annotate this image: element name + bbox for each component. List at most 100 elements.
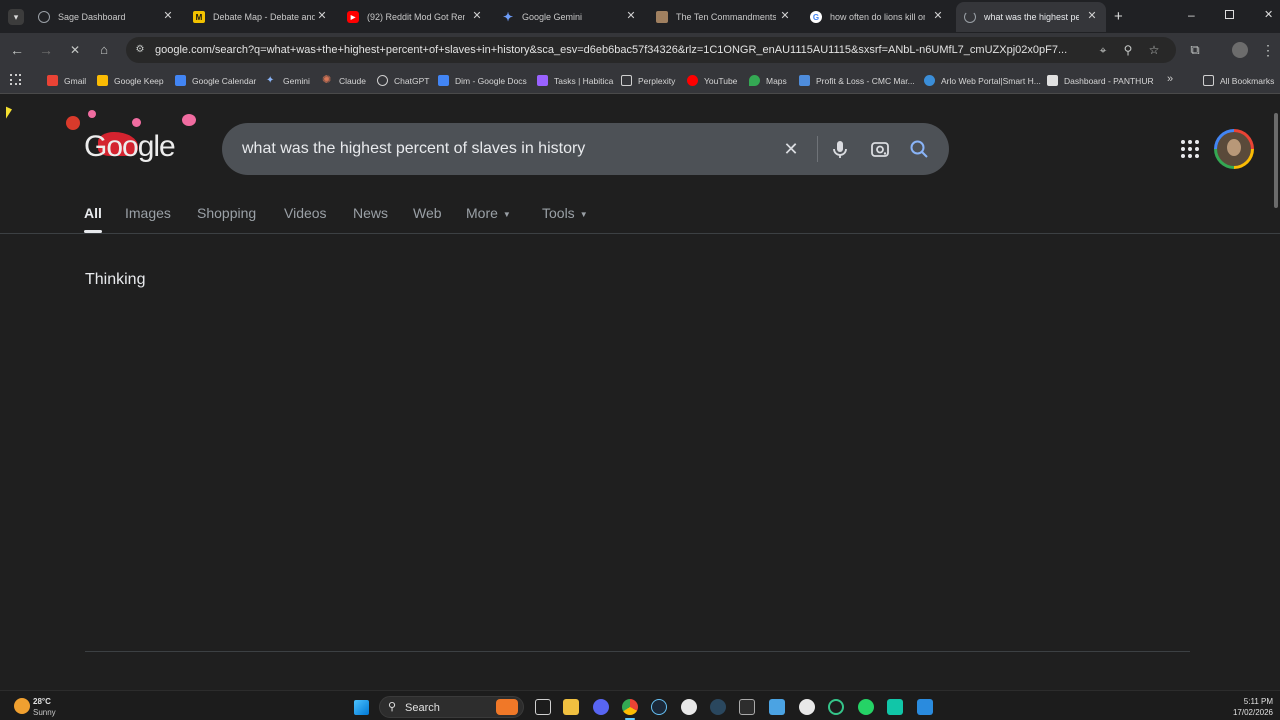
new-tab-icon[interactable]: + [1114, 8, 1123, 25]
minimize-icon[interactable]: – [1188, 8, 1195, 22]
more-bookmarks-chevron-icon[interactable]: » [1167, 73, 1173, 85]
task-view-icon[interactable] [535, 699, 551, 715]
search-box[interactable]: what was the highest percent of slaves i… [222, 123, 949, 175]
menu-kebab-icon[interactable]: ⋮ [1259, 41, 1277, 59]
tab-shopping[interactable]: Shopping [197, 205, 256, 221]
location-icon[interactable]: ⌖ [1096, 43, 1110, 57]
tab-more[interactable]: More ▼ [466, 205, 511, 221]
account-avatar[interactable] [1214, 129, 1254, 169]
search-icon[interactable] [908, 138, 930, 160]
bookmark-maps[interactable]: Maps [749, 74, 787, 87]
ring-app-icon[interactable] [828, 699, 844, 715]
tab-google-gemini[interactable]: ✦ Google Gemini [502, 2, 622, 32]
search-input[interactable]: what was the highest percent of slaves i… [242, 140, 585, 158]
steam-alt-icon[interactable] [710, 699, 726, 715]
snipping-tool-icon[interactable] [917, 699, 933, 715]
discord-icon[interactable] [593, 699, 609, 715]
bookmark-youtube[interactable]: YouTube [687, 74, 737, 87]
weather-description[interactable]: Sunny [33, 708, 56, 717]
tab-debate-map[interactable]: M Debate Map - Debate and [193, 2, 315, 32]
tab-active-search[interactable]: what was the highest perce [956, 2, 1106, 32]
url-text[interactable]: google.com/search?q=what+was+the+highest… [155, 44, 1090, 56]
windows-taskbar: 28°C Sunny ⚲ Search 5:11 PM 17/02/2026 [0, 690, 1280, 720]
weather-temperature[interactable]: 28°C [33, 697, 51, 706]
all-bookmarks-folder[interactable]: All Bookmarks [1203, 74, 1274, 87]
bookmark-label: Gmail [64, 75, 87, 86]
address-bar[interactable]: ⚙ google.com/search?q=what+was+the+highe… [126, 37, 1176, 63]
terminal-icon[interactable] [739, 699, 755, 715]
close-tab-icon[interactable]: ✕ [1086, 10, 1098, 22]
clear-search-icon[interactable]: ✕ [780, 138, 802, 160]
chart-bars-icon [799, 75, 810, 86]
zoom-icon[interactable]: ⚲ [1121, 43, 1135, 57]
bookmark-chatgpt[interactable]: ChatGPT [377, 74, 429, 87]
scrollbar-thumb[interactable] [1274, 113, 1278, 208]
edge-icon[interactable] [799, 699, 815, 715]
close-tab-icon[interactable]: ✕ [932, 10, 944, 22]
close-tab-icon[interactable]: ✕ [162, 10, 174, 22]
bookmark-google-keep[interactable]: Google Keep [97, 74, 164, 87]
tab-videos[interactable]: Videos [284, 205, 327, 221]
bookmark-star-icon[interactable]: ☆ [1147, 43, 1161, 57]
close-tab-icon[interactable]: ✕ [471, 10, 483, 22]
bookmark-label: Profit & Loss - CMC Mar... [816, 75, 915, 86]
back-icon[interactable]: ← [8, 41, 26, 59]
bookmark-label: Google Calendar [192, 75, 257, 86]
perplexity-icon [621, 75, 632, 86]
taskbar-search[interactable]: ⚲ Search [379, 696, 524, 718]
forward-icon[interactable]: → [37, 41, 55, 59]
home-icon[interactable]: ⌂ [95, 41, 113, 59]
tab-images[interactable]: Images [125, 205, 171, 221]
site-info-icon[interactable]: ⚙ [133, 43, 147, 57]
tab-sage-dashboard[interactable]: Sage Dashboard [38, 2, 178, 32]
bookmark-perplexity[interactable]: Perplexity [621, 74, 675, 87]
bookmark-panthur[interactable]: Dashboard - PANTHUR [1047, 74, 1154, 87]
bookmark-gemini[interactable]: ✦ Gemini [266, 74, 310, 87]
clock-date[interactable]: 17/02/2026 [1223, 708, 1273, 717]
tab-tools[interactable]: Tools ▼ [542, 205, 588, 221]
bookmark-google-calendar[interactable]: Google Calendar [175, 74, 256, 87]
bookmark-claude[interactable]: ✺ Claude [322, 74, 366, 87]
media-app-icon[interactable] [887, 699, 903, 715]
bookmark-arlo[interactable]: Arlo Web Portal|Smart H... [924, 74, 1041, 87]
restore-icon[interactable] [1225, 10, 1234, 19]
stop-loading-icon[interactable]: ✕ [66, 41, 84, 59]
file-explorer-icon[interactable] [563, 699, 579, 715]
profile-icon[interactable] [1232, 42, 1248, 58]
bookmark-gmail[interactable]: Gmail [47, 74, 86, 87]
chrome-icon[interactable] [622, 699, 638, 715]
bookmark-label: Maps [766, 75, 787, 86]
claude-icon: ✺ [322, 74, 332, 86]
microphone-icon[interactable] [829, 138, 851, 160]
apps-grid-icon[interactable] [10, 74, 21, 85]
weather-icon[interactable] [14, 698, 30, 714]
google-lens-icon[interactable] [869, 138, 891, 160]
close-tab-icon[interactable]: ✕ [625, 10, 637, 22]
tab-news[interactable]: News [353, 205, 388, 221]
chat-app-icon[interactable] [681, 699, 697, 715]
bookmark-habitica[interactable]: Tasks | Habitica [537, 74, 613, 87]
windows-start-icon[interactable] [354, 700, 369, 715]
google-apps-grid-icon[interactable] [1180, 139, 1200, 159]
ai-status-text: Thinking [85, 271, 146, 288]
whatsapp-icon[interactable] [858, 699, 874, 715]
close-window-icon[interactable]: ✕ [1264, 8, 1273, 21]
bookmark-cmc-markets[interactable]: Profit & Loss - CMC Mar... [799, 74, 915, 87]
tab-search-dropdown-icon[interactable]: ▾ [8, 9, 24, 25]
clock-time[interactable]: 5:11 PM [1230, 697, 1273, 706]
close-tab-icon[interactable]: ✕ [779, 10, 791, 22]
google-doodle-logo[interactable]: Google [66, 110, 214, 170]
extensions-icon[interactable]: ⧉ [1186, 41, 1204, 59]
tab-web[interactable]: Web [413, 205, 442, 221]
bookmark-google-docs[interactable]: Dim - Google Docs [438, 74, 527, 87]
notepad-icon[interactable] [769, 699, 785, 715]
tab-ten-commandments[interactable]: The Ten Commandments [656, 2, 776, 32]
close-tab-icon[interactable]: ✕ [316, 10, 328, 22]
tab-lions-search[interactable]: G how often do lions kill one [810, 2, 925, 32]
bookmark-label: Tasks | Habitica [554, 75, 614, 86]
steam-icon[interactable] [651, 699, 667, 715]
mouse-cursor-icon [6, 106, 12, 122]
tab-all[interactable]: All [84, 205, 102, 221]
tab-reddit-mod-video[interactable]: ▶ (92) Reddit Mod Got Remo [347, 2, 465, 32]
page-scrollbar[interactable] [1272, 95, 1280, 690]
